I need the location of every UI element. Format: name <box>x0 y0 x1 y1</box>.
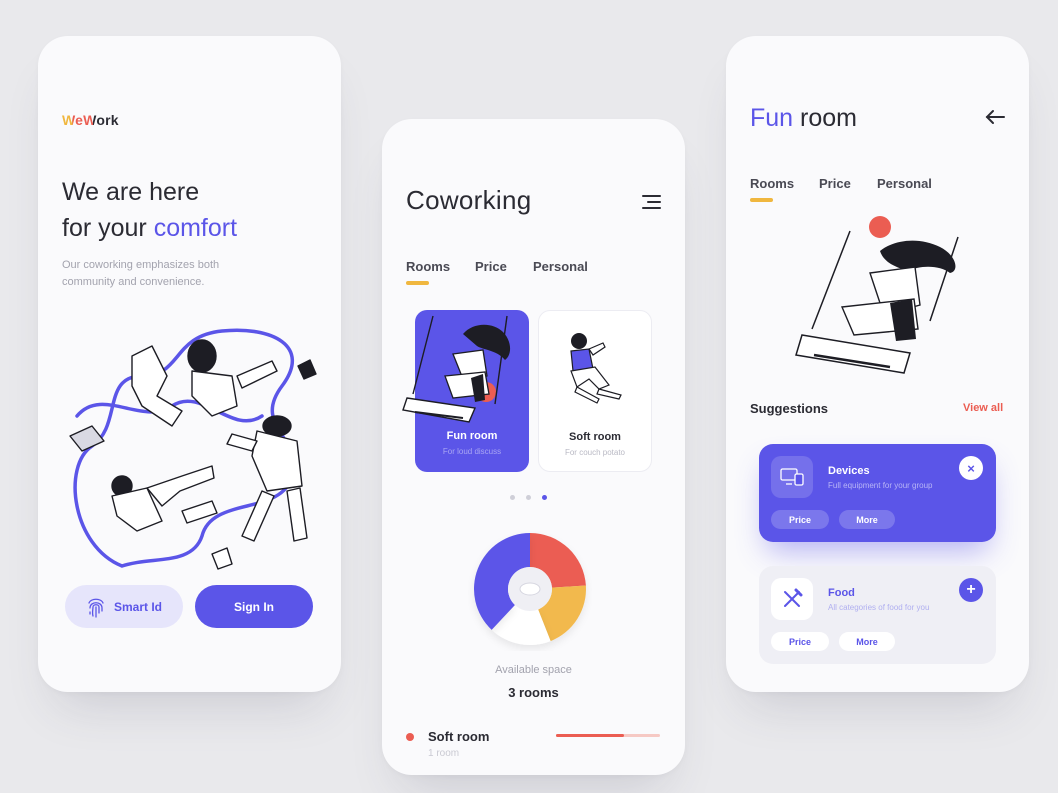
fork-knife-icon <box>771 578 813 620</box>
coworking-screen: Coworking Rooms Price Personal Fun room … <box>382 119 685 775</box>
more-chip[interactable]: More <box>839 632 895 651</box>
headline-line-2: for your comfort <box>62 210 237 246</box>
price-chip[interactable]: Price <box>771 632 829 651</box>
welcome-description: Our coworking emphasizes both community … <box>62 259 220 288</box>
fingerprint-icon <box>88 598 104 618</box>
available-space-label: Available space <box>495 664 572 676</box>
headline-prefix: for your <box>62 214 154 242</box>
suggestion-title: Devices <box>828 465 870 477</box>
fun-room-screen: Fun room Rooms Price Personal Suggestion… <box>726 36 1029 692</box>
room-progress-bar <box>556 734 660 737</box>
plus-icon[interactable]: + <box>959 578 983 602</box>
smart-id-label: Smart Id <box>113 599 162 614</box>
fun-room-card[interactable]: Fun room For loud discuss <box>402 310 529 472</box>
fun-room-label: Fun room <box>446 430 498 442</box>
logo-part-we: We <box>62 112 84 128</box>
price-chip[interactable]: Price <box>771 510 829 529</box>
suggestion-card-food[interactable]: Food All categories of food for you Pric… <box>759 566 996 664</box>
suggestion-desc: Full equipment for your group <box>828 481 933 490</box>
floating-people-illustration <box>69 328 317 570</box>
menu-icon[interactable] <box>640 193 662 211</box>
headline-accent: comfort <box>153 214 238 242</box>
suggestion-title: Food <box>828 587 855 599</box>
fun-room-sub: For loud discuss <box>442 447 502 456</box>
arrow-left-icon[interactable] <box>984 108 1006 126</box>
tab-personal[interactable]: Personal <box>877 176 932 191</box>
list-item-sub: 1 room <box>428 748 460 759</box>
more-chip[interactable]: More <box>839 510 895 529</box>
table-icon <box>519 582 541 596</box>
welcome-screen: WeWork We are here for your comfort Our … <box>38 36 341 692</box>
pager-dot[interactable] <box>510 495 515 500</box>
pager-dot[interactable] <box>526 495 531 500</box>
close-icon[interactable]: × <box>959 456 983 480</box>
page-title: Coworking <box>406 185 532 215</box>
carousel-pager <box>510 495 547 500</box>
status-dot <box>406 733 414 741</box>
available-space-donut <box>474 533 586 645</box>
suggestion-desc: All categories of food for you <box>828 603 930 612</box>
devices-icon <box>771 456 813 498</box>
swing-girl-illustration <box>402 315 511 423</box>
suggestion-card-devices[interactable]: Devices Full equipment for your group Pr… <box>759 444 996 542</box>
headline: We are here for your comfort <box>62 174 237 246</box>
page-title: Fun room <box>750 104 857 133</box>
tab-personal[interactable]: Personal <box>533 259 588 274</box>
title-accent: Fun <box>750 104 794 132</box>
sign-in-label: Sign In <box>234 599 274 614</box>
tab-price[interactable]: Price <box>475 259 533 274</box>
room-tabs: Rooms Price Personal <box>750 176 932 202</box>
soft-room-label: Soft room <box>569 431 621 443</box>
rooms-count: 3 rooms <box>508 685 559 700</box>
wework-logo: WeWork <box>62 112 119 128</box>
smart-id-button[interactable]: Smart Id <box>65 585 183 628</box>
tab-price[interactable]: Price <box>819 176 877 191</box>
title-rest: room <box>793 104 857 132</box>
room-progress-fill <box>556 734 624 737</box>
pager-dot[interactable] <box>542 495 547 500</box>
list-item-title: Soft room <box>428 729 490 744</box>
swing-girl-illustration <box>795 216 959 374</box>
suggestions-heading: Suggestions <box>750 401 829 416</box>
soft-room-sub: For couch potato <box>564 448 626 457</box>
tab-rooms[interactable]: Rooms <box>406 259 475 285</box>
tab-rooms[interactable]: Rooms <box>750 176 819 202</box>
room-tabs: Rooms Price Personal <box>406 259 588 285</box>
view-all-link[interactable]: View all <box>963 402 1003 414</box>
sitting-girl-illustration <box>570 333 622 404</box>
headline-line-1: We are here <box>62 178 200 206</box>
sign-in-button[interactable]: Sign In <box>195 585 313 628</box>
soft-room-card[interactable]: Soft room For couch potato <box>538 310 652 472</box>
logo-part-work: Work <box>83 112 119 128</box>
